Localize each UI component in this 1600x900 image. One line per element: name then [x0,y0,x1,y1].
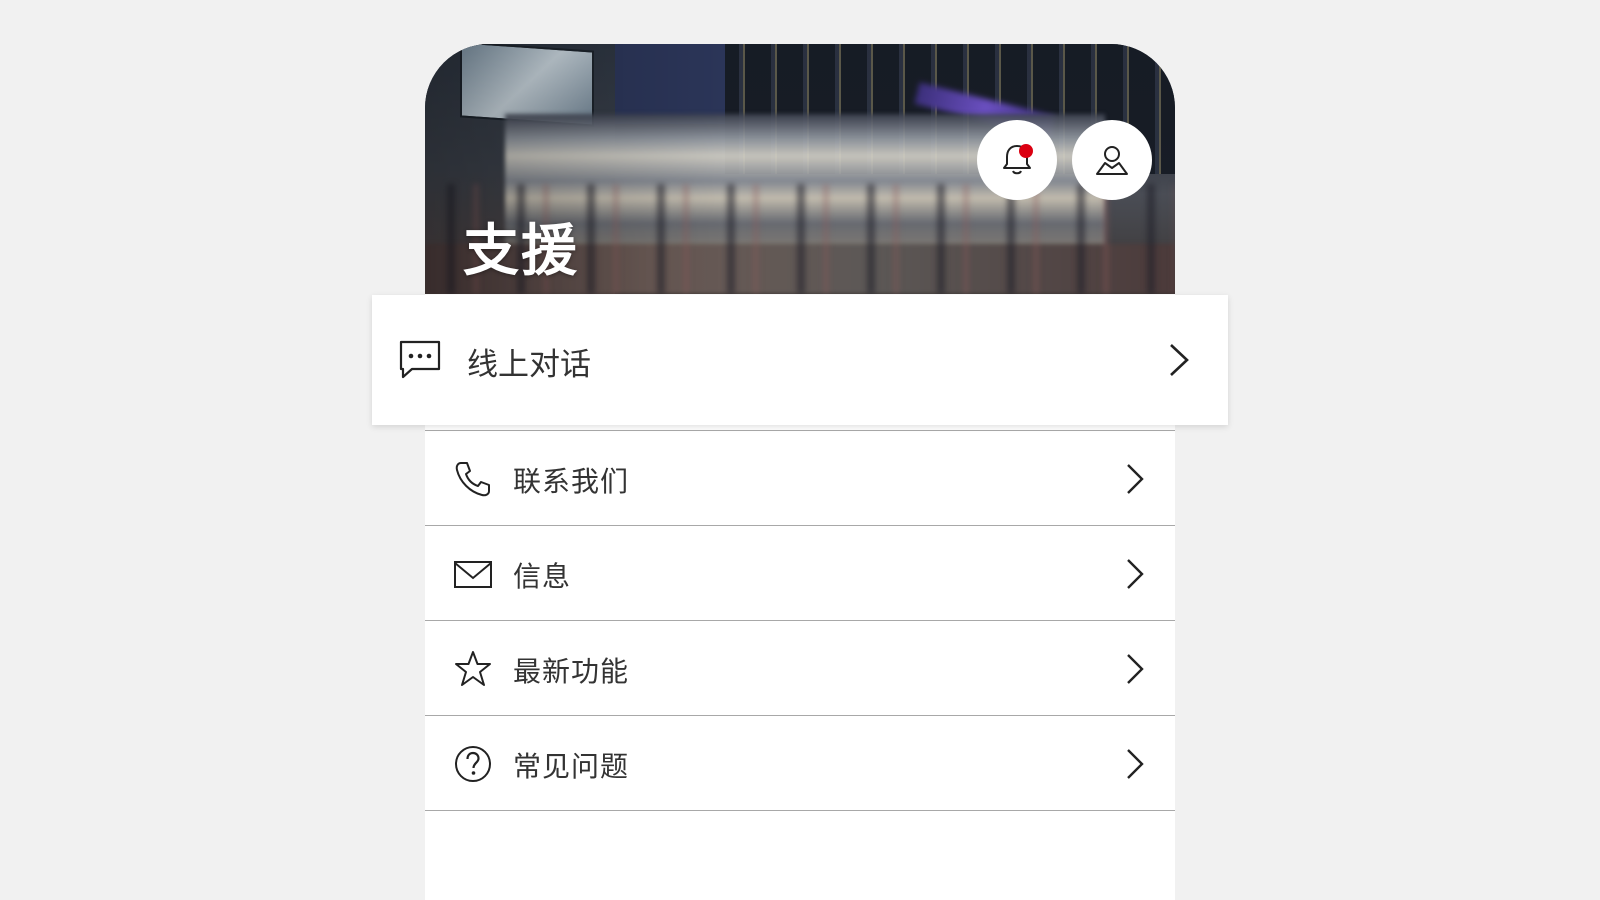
phone-icon [455,462,490,497]
chevron-right-icon [1170,344,1189,376]
menu-item-messages[interactable]: 信息 [425,526,1175,621]
chevron-right-icon [1127,749,1144,779]
chevron-right-icon [1127,464,1144,494]
notification-badge [1019,144,1033,158]
menu-item-label: 最新功能 [513,655,630,688]
menu-item-whats-new[interactable]: 最新功能 [425,621,1175,716]
menu-item-label: 联系我们 [513,465,630,498]
menu-item-contact-us[interactable]: 联系我们 [425,430,1175,526]
help-icon [455,746,491,782]
menu-item-label: 常见问题 [513,750,630,783]
menu-item-label: 信息 [513,560,572,593]
hero-banner: 支援 [425,44,1175,294]
chevron-right-icon [1127,654,1144,684]
live-chat-item[interactable]: 线上对话 [372,295,1228,425]
support-menu: 联系我们 信息 最新功能 常见问题 [425,430,1175,811]
live-chat-label: 线上对话 [467,347,591,383]
user-icon [1096,146,1128,175]
chevron-right-icon [1127,559,1144,589]
profile-button[interactable] [1072,120,1152,200]
page-title: 支援 [463,219,579,284]
menu-item-faq[interactable]: 常见问题 [425,716,1175,811]
chat-icon [399,340,441,379]
mail-icon [454,561,492,588]
notifications-button[interactable] [977,120,1057,200]
star-icon [455,651,491,686]
